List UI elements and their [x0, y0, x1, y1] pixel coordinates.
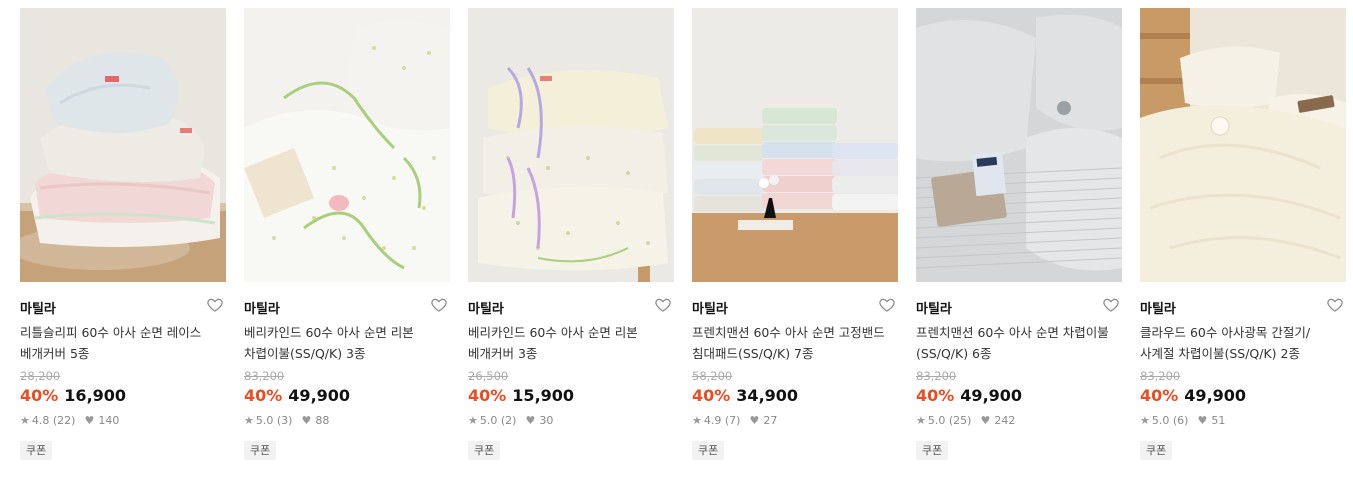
rating: 5.0	[1151, 414, 1170, 427]
coupon-badge: 쿠폰	[20, 441, 53, 460]
review-count: (7)	[724, 414, 741, 427]
product-name[interactable]: 리틀슬리피 60수 아사 순면 레이스 베개커버 5종	[20, 322, 226, 364]
product-name[interactable]: 프렌치맨션 60수 아사 순면 고정밴드 침대패드(SS/Q/K) 7종	[692, 322, 898, 364]
star-icon: ★	[692, 414, 702, 427]
brand-name[interactable]: 마틸라	[1140, 298, 1176, 317]
heart-icon[interactable]	[430, 296, 448, 314]
original-price: 26,500	[468, 369, 509, 383]
like-icon: ♥	[301, 414, 312, 427]
original-price: 83,200	[244, 369, 285, 383]
product-name[interactable]: 클라우드 60수 아사광목 간절기/ 사계절 차렵이불(SS/Q/K) 2종	[1140, 322, 1346, 364]
rating: 5.0	[255, 414, 274, 427]
coupon-badge: 쿠폰	[916, 441, 949, 460]
heart-icon[interactable]	[654, 296, 672, 314]
product-image[interactable]	[1140, 8, 1346, 282]
heart-icon[interactable]	[1326, 296, 1344, 314]
star-icon: ★	[916, 414, 926, 427]
rating: 5.0	[479, 414, 498, 427]
review-count: (25)	[948, 414, 972, 427]
sale-price: 49,900	[288, 386, 351, 405]
product-grid: 마틸라 리틀슬리피 60수 아사 순면 레이스 베개커버 5종 28,200 4…	[0, 0, 1353, 478]
star-icon: ★	[1140, 414, 1150, 427]
discount-rate: 40%	[468, 386, 507, 405]
like-count: 88	[315, 414, 330, 427]
product-image[interactable]	[20, 8, 226, 282]
like-count: 242	[994, 414, 1016, 427]
brand-name[interactable]: 마틸라	[244, 298, 280, 317]
coupon-badge: 쿠폰	[468, 441, 501, 460]
brand-name[interactable]: 마틸라	[692, 298, 728, 317]
star-icon: ★	[468, 414, 478, 427]
rating: 4.9	[703, 414, 722, 427]
heart-icon[interactable]	[1102, 296, 1120, 314]
review-count: (6)	[1172, 414, 1189, 427]
original-price: 83,200	[1140, 369, 1181, 383]
discount-rate: 40%	[1140, 386, 1179, 405]
review-count: (22)	[52, 414, 76, 427]
coupon-badge: 쿠폰	[244, 441, 277, 460]
product-name[interactable]: 베리카인드 60수 아사 순면 리본 차렵이불(SS/Q/K) 3종	[244, 322, 450, 364]
original-price: 28,200	[20, 369, 61, 383]
star-icon: ★	[20, 414, 30, 427]
like-icon: ♥	[980, 414, 991, 427]
like-count: 27	[763, 414, 778, 427]
like-count: 140	[98, 414, 120, 427]
rating: 5.0	[927, 414, 946, 427]
sale-price: 49,900	[960, 386, 1023, 405]
like-icon: ♥	[525, 414, 536, 427]
review-count: (2)	[500, 414, 517, 427]
rating: 4.8	[31, 414, 50, 427]
like-icon: ♥	[84, 414, 95, 427]
original-price: 83,200	[916, 369, 957, 383]
star-icon: ★	[244, 414, 254, 427]
brand-name[interactable]: 마틸라	[468, 298, 504, 317]
product-image[interactable]	[916, 8, 1122, 282]
coupon-badge: 쿠폰	[1140, 441, 1173, 460]
sale-price: 49,900	[1184, 386, 1247, 405]
product-card[interactable]: 마틸라 리틀슬리피 60수 아사 순면 레이스 베개커버 5종 28,200 4…	[20, 8, 226, 460]
product-card[interactable]: 마틸라 프렌치맨션 60수 아사 순면 차렵이불 (SS/Q/K) 6종 83,…	[916, 8, 1122, 460]
discount-rate: 40%	[20, 386, 59, 405]
discount-rate: 40%	[916, 386, 955, 405]
heart-icon[interactable]	[206, 296, 224, 314]
coupon-badge: 쿠폰	[692, 441, 725, 460]
product-card[interactable]: 마틸라 프렌치맨션 60수 아사 순면 고정밴드 침대패드(SS/Q/K) 7종…	[692, 8, 898, 460]
brand-name[interactable]: 마틸라	[916, 298, 952, 317]
discount-rate: 40%	[244, 386, 283, 405]
product-image[interactable]	[244, 8, 450, 282]
original-price: 58,200	[692, 369, 733, 383]
product-image[interactable]	[692, 8, 898, 282]
sale-price: 34,900	[736, 386, 799, 405]
product-name[interactable]: 프렌치맨션 60수 아사 순면 차렵이불 (SS/Q/K) 6종	[916, 322, 1122, 364]
review-count: (3)	[276, 414, 293, 427]
brand-name[interactable]: 마틸라	[20, 298, 56, 317]
product-card[interactable]: 마틸라 베리카인드 60수 아사 순면 리본 차렵이불(SS/Q/K) 3종 8…	[244, 8, 450, 460]
like-icon: ♥	[1197, 414, 1208, 427]
product-card[interactable]: 마틸라 클라우드 60수 아사광목 간절기/ 사계절 차렵이불(SS/Q/K) …	[1140, 8, 1346, 460]
heart-icon[interactable]	[878, 296, 896, 314]
sale-price: 15,900	[512, 386, 575, 405]
discount-rate: 40%	[692, 386, 731, 405]
like-icon: ♥	[749, 414, 760, 427]
like-count: 30	[539, 414, 554, 427]
product-card[interactable]: 마틸라 베리카인드 60수 아사 순면 리본 베개커버 3종 26,500 40…	[468, 8, 674, 460]
product-image[interactable]	[468, 8, 674, 282]
product-name[interactable]: 베리카인드 60수 아사 순면 리본 베개커버 3종	[468, 322, 674, 364]
sale-price: 16,900	[64, 386, 127, 405]
like-count: 51	[1211, 414, 1226, 427]
